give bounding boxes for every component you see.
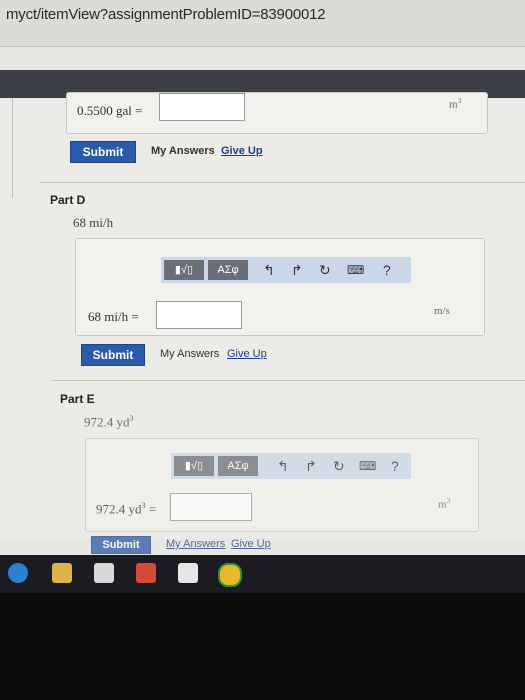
part-d-unit: m/s bbox=[434, 305, 450, 317]
part-e-answer-input[interactable] bbox=[170, 493, 252, 521]
part-d-template-button[interactable]: ▮√▯ bbox=[164, 260, 204, 280]
part-c-unit: m3 bbox=[449, 97, 461, 111]
address-bar[interactable]: myct/itemView?assignmentProblemID=839000… bbox=[0, 0, 525, 47]
part-c-my-answers-link[interactable]: My Answers bbox=[151, 145, 215, 157]
edge-browser-icon[interactable] bbox=[8, 563, 28, 583]
part-d-answer-panel: ▮√▯ ΑΣφ ↰ ↱ ↻ ⌨ ? 68 mi/h = m/s bbox=[75, 238, 485, 336]
part-d-answer-input[interactable] bbox=[156, 301, 242, 329]
part-c-give-up-link[interactable]: Give Up bbox=[221, 145, 263, 157]
part-e-template-button[interactable]: ▮√▯ bbox=[174, 456, 214, 476]
part-e-reset-icon[interactable]: ↻ bbox=[333, 457, 345, 475]
part-e-eq-text: 972.4 yd bbox=[96, 501, 142, 517]
part-e-my-answers-link[interactable]: My Answers bbox=[166, 538, 225, 550]
reset-icon[interactable]: ↻ bbox=[319, 261, 331, 279]
part-d-greek-button[interactable]: ΑΣφ bbox=[208, 260, 248, 280]
browser-window: myct/itemView?assignmentProblemID=839000… bbox=[0, 0, 525, 560]
part-c-unit-sup: 3 bbox=[457, 97, 462, 105]
chrome-icon[interactable] bbox=[218, 563, 242, 587]
part-c-answer-panel: 0.5500 gal = m3 bbox=[66, 92, 488, 134]
part-d-title: Part D bbox=[50, 193, 86, 207]
part-d-equation-label: 68 mi/h = bbox=[88, 309, 139, 324]
part-e-keyboard-icon[interactable]: ⌨ bbox=[359, 457, 376, 475]
part-e-redo-icon[interactable]: ↱ bbox=[305, 457, 317, 475]
left-sidebar-edge bbox=[0, 98, 13, 198]
file-explorer-icon[interactable] bbox=[52, 563, 72, 583]
keyboard-icon[interactable]: ⌨ bbox=[347, 261, 364, 279]
part-e-give-up-link[interactable]: Give Up bbox=[231, 538, 271, 550]
part-e-eq-suffix: = bbox=[145, 501, 157, 517]
undo-icon[interactable]: ↰ bbox=[263, 261, 275, 279]
part-c-unit-text: m bbox=[449, 98, 458, 111]
part-e-equation-label: 972.4 yd3 = bbox=[96, 501, 156, 517]
part-e-unit-sup: 3 bbox=[446, 497, 451, 505]
divider-c-d bbox=[40, 182, 525, 183]
store-icon[interactable] bbox=[94, 563, 114, 583]
part-e-unit: m3 bbox=[438, 497, 450, 511]
os-taskbar bbox=[0, 555, 525, 593]
part-d-give-up-link[interactable]: Give Up bbox=[227, 348, 267, 360]
part-e-help-icon[interactable]: ? bbox=[391, 457, 399, 475]
part-e-answer-panel: ▮√▯ ΑΣφ ↰ ↱ ↻ ⌨ ? 972.4 yd3 = m3 bbox=[85, 438, 479, 532]
part-d-question: 68 mi/h bbox=[73, 215, 114, 230]
part-c-equation-label: 0.5500 gal = bbox=[77, 103, 143, 118]
redo-icon[interactable]: ↱ bbox=[291, 261, 303, 279]
part-d-my-answers-link[interactable]: My Answers bbox=[160, 348, 219, 360]
part-e-question-text: 972.4 yd bbox=[84, 414, 130, 430]
office-app-icon[interactable] bbox=[136, 563, 156, 583]
mail-icon[interactable] bbox=[178, 563, 198, 583]
divider-d-e bbox=[52, 380, 525, 381]
part-e-math-toolbar: ▮√▯ ΑΣφ ↰ ↱ ↻ ⌨ ? bbox=[171, 453, 411, 479]
url-text[interactable]: myct/itemView?assignmentProblemID=839000… bbox=[6, 6, 326, 23]
part-e-unit-text: m bbox=[438, 498, 447, 511]
part-d-help-icon[interactable]: ? bbox=[383, 261, 391, 279]
part-e-title: Part E bbox=[60, 392, 95, 406]
part-d-submit-button[interactable]: Submit bbox=[81, 344, 145, 366]
part-c-submit-button[interactable]: Submit bbox=[70, 141, 136, 163]
part-d-math-toolbar: ▮√▯ ΑΣφ ↰ ↱ ↻ ⌨ ? bbox=[161, 257, 411, 283]
assignment-page: 0.5500 gal = m3 Submit My Answers Give U… bbox=[0, 92, 525, 554]
part-e-question-sup: 3 bbox=[129, 414, 134, 423]
part-e-greek-button[interactable]: ΑΣφ bbox=[218, 456, 258, 476]
part-e-undo-icon[interactable]: ↰ bbox=[277, 457, 289, 475]
part-e-submit-button[interactable]: Submit bbox=[91, 536, 151, 554]
part-c-answer-input[interactable] bbox=[159, 93, 245, 121]
part-e-question: 972.4 yd3 bbox=[84, 414, 134, 430]
